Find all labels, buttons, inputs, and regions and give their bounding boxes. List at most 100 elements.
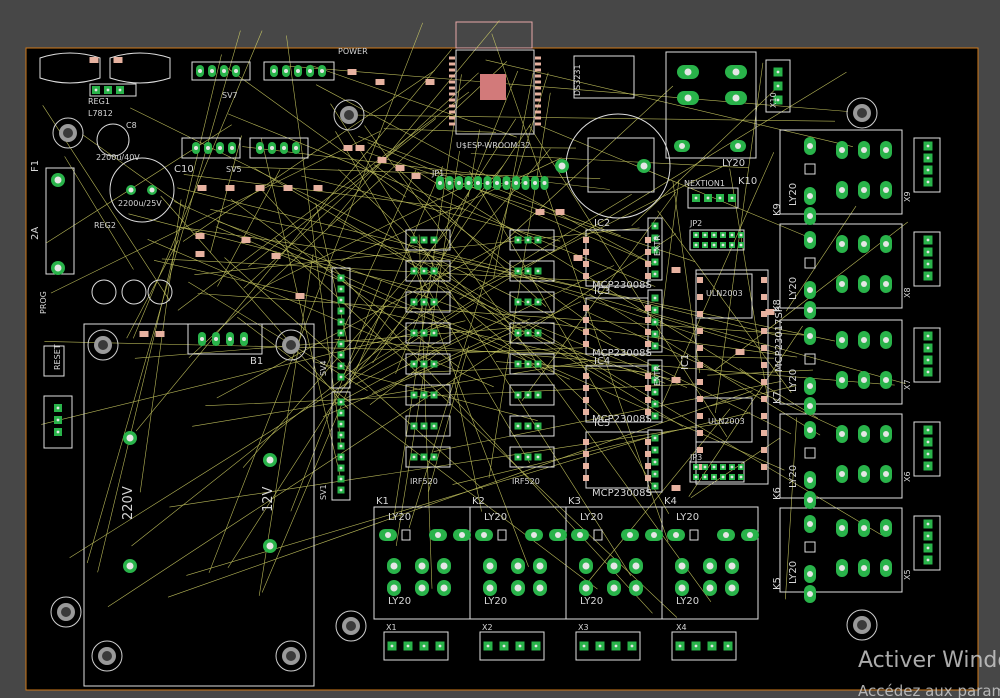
pad-drill: [883, 187, 889, 193]
pad-drill: [807, 287, 813, 293]
pad-drill: [339, 276, 343, 280]
pad-drill: [422, 644, 426, 648]
pad-drill: [610, 562, 618, 570]
label-k9: K9: [772, 203, 783, 216]
smd-pad: [583, 305, 589, 311]
smd-pad: [645, 261, 651, 267]
smd-pad: [645, 385, 651, 391]
label-x6: X6: [903, 471, 912, 482]
label-sv1: SV1: [319, 484, 328, 500]
smd-pad: [671, 377, 681, 383]
label-reset: RESET: [53, 344, 62, 370]
pcb-layout-view[interactable]: F1 2A REG1 L7812 C8 2200u/40V C10 2200u/…: [0, 0, 1000, 698]
pad-drill: [630, 644, 634, 648]
label-fuse: 2A: [30, 227, 41, 240]
pad-drill: [807, 333, 813, 339]
pad-drill: [807, 193, 813, 199]
pad-drill: [861, 147, 867, 153]
pad-drill: [390, 562, 398, 570]
smd-pad: [645, 373, 651, 379]
smd-pad: [761, 447, 767, 453]
pad-drill: [94, 88, 98, 92]
pad-drill: [694, 196, 698, 200]
pad-drill: [523, 181, 528, 185]
pad-drill: [728, 584, 736, 592]
pad-drill: [516, 393, 520, 397]
pad-drill: [270, 146, 274, 150]
pad-drill: [712, 465, 716, 469]
pad-drill: [653, 390, 657, 394]
pad-drill: [198, 69, 202, 73]
smd-pad: [425, 79, 435, 85]
pad-drill: [440, 562, 448, 570]
smd-pad: [535, 104, 541, 108]
pad-drill: [516, 362, 520, 366]
pad-drill: [723, 532, 729, 538]
pad-drill: [807, 497, 813, 503]
label-ly20-k3b: LY20: [580, 596, 603, 607]
label-ly20-k4b: LY20: [676, 596, 699, 607]
pad-drill: [432, 331, 436, 335]
pad-drill: [807, 571, 813, 577]
smd-pad: [697, 277, 703, 283]
pad-drill: [54, 264, 62, 272]
pcb-editor-canvas[interactable]: F1 2A REG1 L7812 C8 2200u/40V C10 2200u/…: [0, 0, 1000, 698]
smd-pad: [583, 475, 589, 481]
pad-drill: [412, 455, 416, 459]
pad-drill: [536, 300, 540, 304]
pad-drill: [206, 146, 210, 150]
pad-drill: [504, 181, 509, 185]
smd-pad: [449, 86, 455, 90]
label-x8: X8: [903, 287, 912, 298]
smd-pad: [449, 56, 455, 60]
pad-drill: [234, 69, 238, 73]
pad-drill: [926, 238, 930, 242]
mount-hole-core: [857, 620, 867, 630]
label-irf-1: IRF520: [410, 477, 438, 486]
pad-drill: [495, 181, 499, 185]
pad-drill: [126, 434, 134, 442]
pad-drill: [703, 475, 707, 479]
pad-drill: [54, 176, 62, 184]
smd-pad: [449, 110, 455, 114]
label-sv7: SV7: [222, 91, 238, 100]
pad-drill: [839, 525, 845, 531]
pad-drill: [339, 353, 343, 357]
smd-pad: [375, 79, 385, 85]
smd-pad: [271, 253, 281, 259]
label-c8: C8: [126, 121, 137, 130]
label-c8-val: 2200u/40V: [96, 153, 140, 162]
smd-pad: [347, 69, 357, 75]
pad-drill: [339, 320, 343, 324]
pad-drill: [536, 584, 544, 592]
pad-drill: [339, 400, 343, 404]
smd-pad: [535, 110, 541, 114]
pad-drill: [926, 534, 930, 538]
pad-drill: [214, 337, 218, 341]
pad-drill: [678, 584, 686, 592]
pad-drill: [230, 146, 234, 150]
smd-pad: [645, 341, 651, 347]
smd-pad: [583, 463, 589, 469]
pad-drill: [516, 269, 520, 273]
pad-drill: [582, 562, 590, 570]
pad-drill: [861, 471, 867, 477]
label-ly20-k2b: LY20: [484, 596, 507, 607]
pad-drill: [228, 337, 232, 341]
label-k7: K7: [772, 391, 783, 404]
pad-drill: [516, 455, 520, 459]
pad-drill: [412, 300, 416, 304]
pad-drill: [222, 69, 226, 73]
label-x5: X5: [903, 569, 912, 580]
pad-drill: [518, 644, 522, 648]
label-x9: X9: [903, 191, 912, 202]
pad-drill: [883, 525, 889, 531]
pad-drill: [653, 260, 657, 264]
pad-drill: [861, 431, 867, 437]
smd-pad: [583, 261, 589, 267]
pad-drill: [582, 644, 586, 648]
pad-drill: [861, 565, 867, 571]
pad-drill: [653, 224, 657, 228]
pad-drill: [531, 532, 537, 538]
pad-drill: [339, 411, 343, 415]
